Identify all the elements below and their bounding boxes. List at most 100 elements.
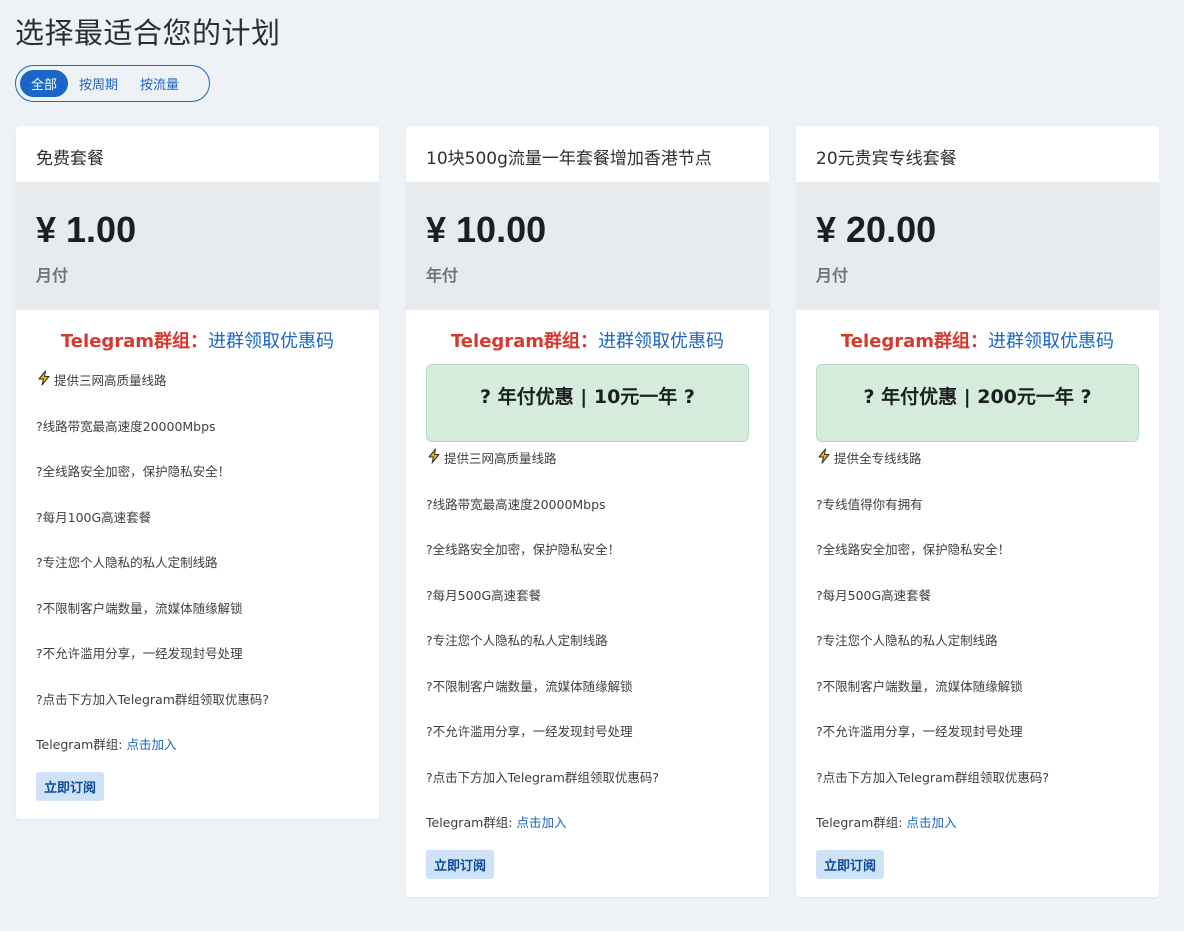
feature-item: 提供全专线线路 <box>816 442 1139 488</box>
telegram-label: Telegram群组: <box>426 815 517 830</box>
plan-price: ¥ 20.00 <box>816 209 937 250</box>
telegram-line: Telegram群组: 点击加入 <box>36 728 359 772</box>
telegram-line: Telegram群组: 点击加入 <box>816 806 1139 850</box>
feature-text: ?点击下方加入Telegram群组领取优惠码? <box>426 769 660 785</box>
yearly-offer-banner: ? 年付优惠 | 10元一年 ? <box>426 364 749 442</box>
telegram-label: Telegram群组: <box>816 815 907 830</box>
feature-item: 提供三网高质量线路 <box>426 442 749 488</box>
feature-item: ?不限制客户端数量，流媒体随缘解锁 <box>426 670 749 716</box>
feature-text: ?每月500G高速套餐 <box>816 587 932 603</box>
feature-text: ?全线路安全加密，保护隐私安全！ <box>426 542 621 557</box>
promo-line: Telegram群组：进群领取优惠码 <box>36 328 359 356</box>
feature-text: ?点击下方加入Telegram群组领取优惠码? <box>36 691 270 707</box>
promo-line: Telegram群组：进群领取优惠码 <box>426 328 749 356</box>
plan-period: 年付 <box>426 266 459 285</box>
filter-by-traffic[interactable]: 按流量 <box>129 70 190 97</box>
feature-text: 提供三网高质量线路 <box>54 373 167 388</box>
feature-item: ?点击下方加入Telegram群组领取优惠码? <box>426 761 749 807</box>
feature-text: ?线路带宽最高速度20000Mbps <box>36 418 216 434</box>
join-telegram-link[interactable]: 点击加入 <box>906 815 956 830</box>
price-block: ¥ 1.00 月付 <box>16 182 379 310</box>
plan-period: 月付 <box>816 266 849 285</box>
feature-text: 提供全专线线路 <box>834 451 922 466</box>
plan-body: Telegram群组：进群领取优惠码 ? 年付优惠 | 10元一年 ? 提供三网… <box>406 310 769 897</box>
page-title: 选择最适合您的计划 <box>15 16 281 50</box>
promo-label: Telegram群组： <box>450 331 599 352</box>
feature-list: 提供全专线线路 ?专线值得你有拥有 ?全线路安全加密，保护隐私安全！ ?每月500G高… <box>816 442 1139 806</box>
filter-all[interactable]: 全部 <box>20 70 69 97</box>
price-block: ¥ 20.00 月付 <box>796 182 1159 310</box>
filter-by-period[interactable]: 按周期 <box>68 70 129 97</box>
feature-item: ?专注您个人隐私的私人定制线路 <box>816 624 1139 670</box>
join-telegram-link[interactable]: 点击加入 <box>516 815 566 830</box>
feature-text: 提供三网高质量线路 <box>444 451 557 466</box>
feature-text: ?不允许滥用分享，一经发现封号处理 <box>426 724 633 739</box>
feature-text: ?专注您个人隐私的私人定制线路 <box>426 633 608 648</box>
subscribe-button[interactable]: 立即订阅 <box>36 772 105 801</box>
promo-line: Telegram群组：进群领取优惠码 <box>816 328 1139 356</box>
feature-item: ?专注您个人隐私的私人定制线路 <box>426 624 749 670</box>
feature-item: ?点击下方加入Telegram群组领取优惠码? <box>816 761 1139 807</box>
feature-list: 提供三网高质量线路 ?线路带宽最高速度20000Mbps ?全线路安全加密，保护隐私… <box>36 364 359 728</box>
feature-text: ?专注您个人隐私的私人定制线路 <box>816 633 998 648</box>
promo-link[interactable]: 进群领取优惠码 <box>988 331 1114 352</box>
lightning-bolt-icon <box>818 448 830 464</box>
feature-item: ?不限制客户端数量，流媒体随缘解锁 <box>36 592 359 638</box>
feature-text: ?专线值得你有拥有 <box>816 496 923 512</box>
lightning-bolt-icon <box>428 448 440 464</box>
feature-text: ?每月100G高速套餐 <box>36 509 152 525</box>
feature-text: ?专注您个人隐私的私人定制线路 <box>36 555 218 570</box>
plan-name: 20元贵宾专线套餐 <box>816 149 957 169</box>
feature-item: ?专注您个人隐私的私人定制线路 <box>36 546 359 592</box>
plan-body: Telegram群组：进群领取优惠码 提供三网高质量线路 ?线路带宽最高速度200… <box>16 310 379 819</box>
feature-item: ?不允许滥用分享，一经发现封号处理 <box>426 715 749 761</box>
subscribe-button[interactable]: 立即订阅 <box>816 850 885 879</box>
feature-text: ?全线路安全加密，保护隐私安全！ <box>816 542 1011 557</box>
plan-body: Telegram群组：进群领取优惠码 ? 年付优惠 | 200元一年 ? 提供全… <box>796 310 1159 897</box>
promo-label: Telegram群组： <box>840 331 989 352</box>
plan-card: 10块500g流量一年套餐增加香港节点 ¥ 10.00 年付 Telegram群… <box>406 126 769 897</box>
telegram-line: Telegram群组: 点击加入 <box>426 806 749 850</box>
plan-filter-group: 全部 按周期 按流量 <box>15 65 210 102</box>
feature-item: 提供三网高质量线路 <box>36 364 359 410</box>
lightning-bolt-icon <box>38 370 50 386</box>
feature-item: ?每月500G高速套餐 <box>426 579 749 625</box>
plan-card: 免费套餐 ¥ 1.00 月付 Telegram群组：进群领取优惠码 提供三网高质… <box>16 126 379 819</box>
plan-period: 月付 <box>36 266 69 285</box>
feature-list: 提供三网高质量线路 ?线路带宽最高速度20000Mbps ?全线路安全加密，保护隐私… <box>426 442 749 806</box>
telegram-label: Telegram群组: <box>36 737 127 752</box>
feature-text: ?不限制客户端数量，流媒体随缘解锁 <box>816 678 1023 694</box>
promo-label: Telegram群组： <box>60 331 209 352</box>
feature-text: ?全线路安全加密，保护隐私安全！ <box>36 464 231 479</box>
feature-text: ?每月500G高速套餐 <box>426 587 542 603</box>
feature-text: ?不限制客户端数量，流媒体随缘解锁 <box>426 678 633 694</box>
feature-item: ?每月500G高速套餐 <box>816 579 1139 625</box>
plan-name: 免费套餐 <box>36 149 104 169</box>
plan-name: 10块500g流量一年套餐增加香港节点 <box>426 149 712 169</box>
feature-item: ?不允许滥用分享，一经发现封号处理 <box>36 637 359 683</box>
feature-item: ?每月100G高速套餐 <box>36 501 359 547</box>
feature-item: ?线路带宽最高速度20000Mbps <box>36 410 359 456</box>
feature-item: ?全线路安全加密，保护隐私安全！ <box>36 455 359 501</box>
plan-card: 20元贵宾专线套餐 ¥ 20.00 月付 Telegram群组：进群领取优惠码 … <box>796 126 1159 897</box>
feature-item: ?线路带宽最高速度20000Mbps <box>426 488 749 534</box>
plan-price: ¥ 10.00 <box>426 209 547 250</box>
price-block: ¥ 10.00 年付 <box>406 182 769 310</box>
subscribe-button[interactable]: 立即订阅 <box>426 850 495 879</box>
feature-item: ?全线路安全加密，保护隐私安全！ <box>426 533 749 579</box>
feature-item: ?不允许滥用分享，一经发现封号处理 <box>816 715 1139 761</box>
feature-text: ?不限制客户端数量，流媒体随缘解锁 <box>36 600 243 616</box>
feature-item: ?全线路安全加密，保护隐私安全！ <box>816 533 1139 579</box>
plan-price: ¥ 1.00 <box>36 209 137 250</box>
promo-link[interactable]: 进群领取优惠码 <box>208 331 334 352</box>
feature-item: ?专线值得你有拥有 <box>816 488 1139 534</box>
feature-item: ?点击下方加入Telegram群组领取优惠码? <box>36 683 359 729</box>
yearly-offer-banner: ? 年付优惠 | 200元一年 ? <box>816 364 1139 442</box>
join-telegram-link[interactable]: 点击加入 <box>126 737 176 752</box>
feature-text: ?不允许滥用分享，一经发现封号处理 <box>36 646 243 661</box>
feature-text: ?线路带宽最高速度20000Mbps <box>426 496 606 512</box>
feature-text: ?不允许滥用分享，一经发现封号处理 <box>816 724 1023 739</box>
promo-link[interactable]: 进群领取优惠码 <box>598 331 724 352</box>
feature-text: ?点击下方加入Telegram群组领取优惠码? <box>816 769 1050 785</box>
feature-item: ?不限制客户端数量，流媒体随缘解锁 <box>816 670 1139 716</box>
